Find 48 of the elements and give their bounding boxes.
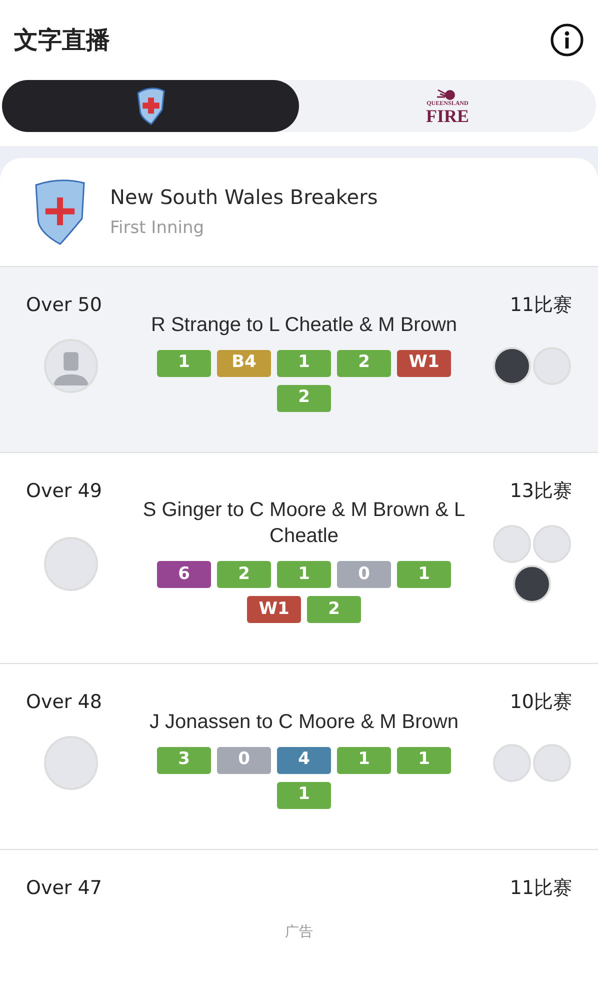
player-photo-placeholder (513, 565, 551, 603)
shield-logo-icon (136, 87, 166, 125)
ball-result: W1 (247, 596, 301, 623)
over-number: Over 50 (26, 293, 102, 318)
player-photo-placeholder (44, 736, 98, 790)
over-runs: 11比赛 (510, 293, 572, 318)
player-photo-placeholder (533, 346, 571, 384)
ball-result: 2 (307, 596, 361, 623)
ball-result: 1 (397, 561, 451, 588)
ball-result: 0 (217, 746, 271, 774)
ad-label: 广告 (284, 923, 314, 942)
ball-result: 1 (157, 350, 211, 376)
over-summary: S Ginger to C Moore & M Brown & L Cheatle (142, 498, 466, 549)
player-photo-placeholder (493, 744, 531, 782)
ball-result: 1 (337, 746, 391, 774)
ball-result: 1 (277, 350, 331, 376)
ball-result: 2 (217, 561, 271, 588)
ball-result: 1 (277, 782, 331, 808)
ball-result: 4 (277, 746, 331, 774)
over-number: Over 49 (26, 478, 102, 504)
ball-result: B4 (217, 350, 271, 376)
over-summary: R Strange to L Cheatle & M Brown (150, 312, 458, 338)
ball-result: 1 (277, 561, 331, 588)
page-title: 文字直播 (14, 25, 110, 56)
player-photo-placeholder (493, 525, 531, 563)
ball-result: 3 (157, 746, 211, 774)
ball-result: W1 (397, 350, 451, 376)
info-button[interactable] (550, 23, 584, 57)
over-runs: 10比赛 (510, 690, 572, 715)
over-number: Over 48 (26, 690, 102, 715)
team-tab[interactable] (2, 80, 299, 132)
player-photo-placeholder (533, 525, 571, 563)
ball-result: 2 (337, 350, 391, 376)
over-runs: 11比赛 (510, 876, 572, 900)
player-photo-placeholder (533, 744, 571, 782)
ball-result: 6 (157, 561, 211, 588)
ball-result: 1 (397, 746, 451, 774)
logo-text: FIRE (426, 106, 469, 124)
team-name: New South Wales Breakers (110, 184, 378, 212)
over-runs: 13比赛 (510, 478, 572, 504)
ball-result: 0 (337, 561, 391, 588)
shield-logo-icon (34, 179, 86, 245)
over-number: Over 47 (26, 876, 102, 900)
over-summary: J Jonassen to C Moore & M Brown (148, 710, 460, 734)
player-photo-placeholder (44, 537, 98, 591)
player-photo-placeholder (493, 346, 531, 384)
ball-result: 2 (277, 384, 331, 412)
inning-label: First Inning (110, 217, 206, 240)
